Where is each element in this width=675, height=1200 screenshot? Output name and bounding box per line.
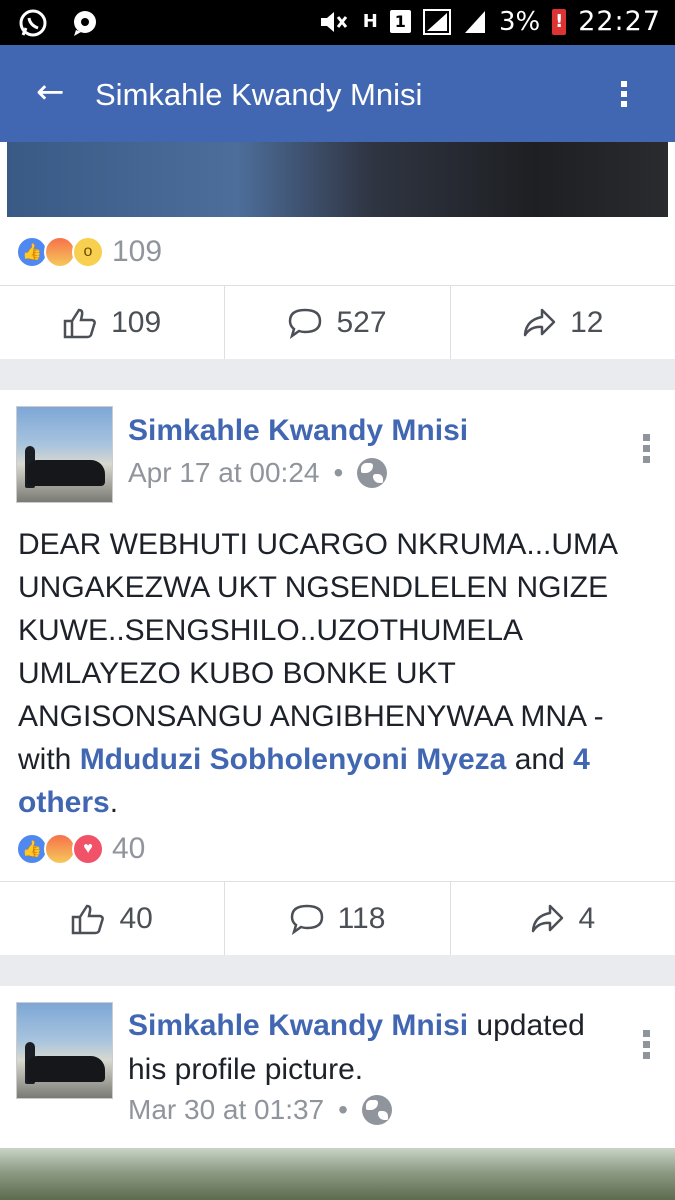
post-author[interactable]: Simkahle Kwandy Mnisi (128, 414, 468, 448)
share-icon (532, 904, 564, 932)
share-count: 4 (578, 901, 596, 935)
status-bar: H 1 3% ! 22:27 (0, 0, 675, 45)
thumbs-up-icon (63, 308, 97, 338)
chat-icon (74, 11, 96, 36)
post-text: DEAR WEBHUTI UCARGO NKRUMA...UMA UNGAKEZ… (18, 523, 658, 824)
comment-icon (290, 904, 323, 935)
post-menu-icon[interactable] (640, 434, 652, 467)
post-card: 👍 o 109 109 527 12 (0, 142, 675, 359)
and-text: and (506, 743, 574, 776)
tagged-friend-link[interactable]: Mduduzi Sobholenyoni Myeza (80, 743, 507, 776)
share-button[interactable]: 4 (451, 882, 675, 955)
mute-icon (320, 11, 347, 32)
reaction-count: 109 (112, 235, 163, 268)
app-bar: ← Simkahle Kwandy Mnisi (0, 45, 675, 142)
arrow-left-icon[interactable]: ← (36, 75, 65, 109)
globe-icon (357, 458, 388, 488)
battery-percent: 3% (498, 6, 541, 37)
avatar[interactable] (16, 1002, 113, 1099)
share-button[interactable]: 12 (451, 286, 675, 359)
signal-icon-2 (464, 10, 485, 33)
like-button[interactable]: 40 (0, 882, 226, 955)
action-bar: 109 527 12 (0, 285, 675, 359)
wow-reaction-icon: o (72, 236, 104, 268)
like-count: 109 (111, 305, 162, 339)
comment-button[interactable]: 527 (225, 286, 451, 359)
meta-separator: • (333, 457, 344, 488)
like-count: 40 (119, 901, 153, 935)
network-type: H (362, 11, 378, 32)
post-header-text: Simkahle Kwandy Mnisi updated his profil… (128, 1004, 608, 1092)
globe-icon (361, 1095, 392, 1125)
signal-icon (422, 8, 451, 35)
whatsapp-icon (19, 9, 47, 37)
post-photo[interactable] (7, 142, 668, 217)
comment-count: 527 (336, 305, 387, 339)
post-body: DEAR WEBHUTI UCARGO NKRUMA...UMA UNGAKEZ… (18, 528, 617, 776)
share-count: 12 (570, 305, 604, 339)
reaction-summary[interactable]: 👍 o 109 (16, 235, 162, 269)
comment-count: 118 (337, 901, 386, 935)
sim-indicator: 1 (389, 10, 411, 33)
kebab-menu-icon[interactable] (616, 81, 632, 115)
share-icon (523, 308, 556, 336)
post-timestamp[interactable]: Apr 17 at 00:24 (128, 457, 319, 489)
comment-button[interactable]: 118 (225, 882, 451, 955)
battery-icon: ! (552, 8, 567, 35)
post-menu-icon[interactable] (640, 1030, 652, 1063)
page-title: Simkahle Kwandy Mnisi (95, 77, 423, 112)
post-timestamp[interactable]: Mar 30 at 01:37 (128, 1094, 324, 1126)
profile-picture-photo[interactable] (0, 1148, 675, 1200)
thumbs-up-icon (72, 904, 105, 934)
post-card: Simkahle Kwandy Mnisi Apr 17 at 00:24 • … (0, 390, 675, 955)
post-meta: Mar 30 at 01:37 • (128, 1094, 392, 1126)
reaction-count: 40 (112, 832, 146, 865)
post-author[interactable]: Simkahle Kwandy Mnisi (128, 1009, 468, 1042)
avatar[interactable] (16, 406, 113, 503)
post-meta: Apr 17 at 00:24 • (128, 457, 388, 489)
like-button[interactable]: 109 (0, 286, 226, 359)
reaction-summary[interactable]: 👍 ♥ 40 (16, 832, 145, 866)
meta-separator: • (338, 1094, 348, 1125)
period-text: . (109, 786, 119, 819)
comment-icon (289, 308, 322, 339)
clock: 22:27 (578, 6, 661, 37)
love-reaction-icon: ♥ (72, 833, 104, 865)
action-bar: 40 118 4 (0, 881, 675, 955)
